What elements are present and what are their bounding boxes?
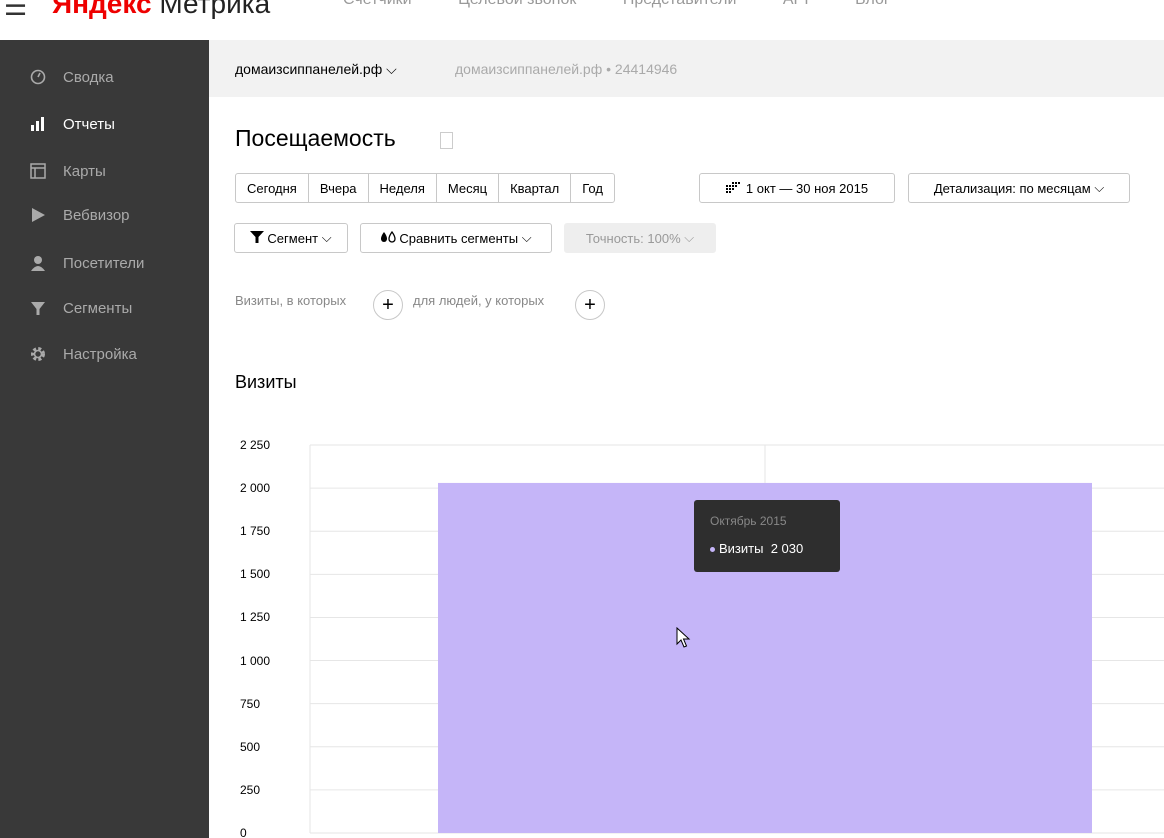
tooltip-date: Октябрь 2015 bbox=[710, 514, 787, 528]
series-dot bbox=[710, 547, 715, 553]
y-tick-label: 250 bbox=[240, 782, 261, 797]
y-tick-label: 750 bbox=[240, 696, 261, 711]
y-tick-label: 0 bbox=[240, 826, 247, 838]
visits-chart bbox=[309, 444, 1164, 834]
y-tick-label: 1 500 bbox=[240, 567, 271, 582]
tooltip-series: Визиты bbox=[719, 541, 764, 556]
mouse-cursor-icon bbox=[676, 627, 691, 648]
y-tick-label: 2 250 bbox=[240, 438, 271, 452]
tooltip-row: Визиты 2 030 bbox=[710, 541, 803, 556]
tooltip-value: 2 030 bbox=[770, 541, 804, 556]
y-tick-label: 500 bbox=[240, 739, 261, 754]
y-tick-label: 1 250 bbox=[240, 610, 271, 625]
y-tick-label: 1 750 bbox=[240, 524, 271, 539]
y-tick-label: 1 000 bbox=[240, 653, 271, 668]
chart-tooltip: Октябрь 2015 Визиты 2 030 bbox=[694, 500, 840, 572]
y-tick-label: 2 000 bbox=[240, 481, 271, 496]
